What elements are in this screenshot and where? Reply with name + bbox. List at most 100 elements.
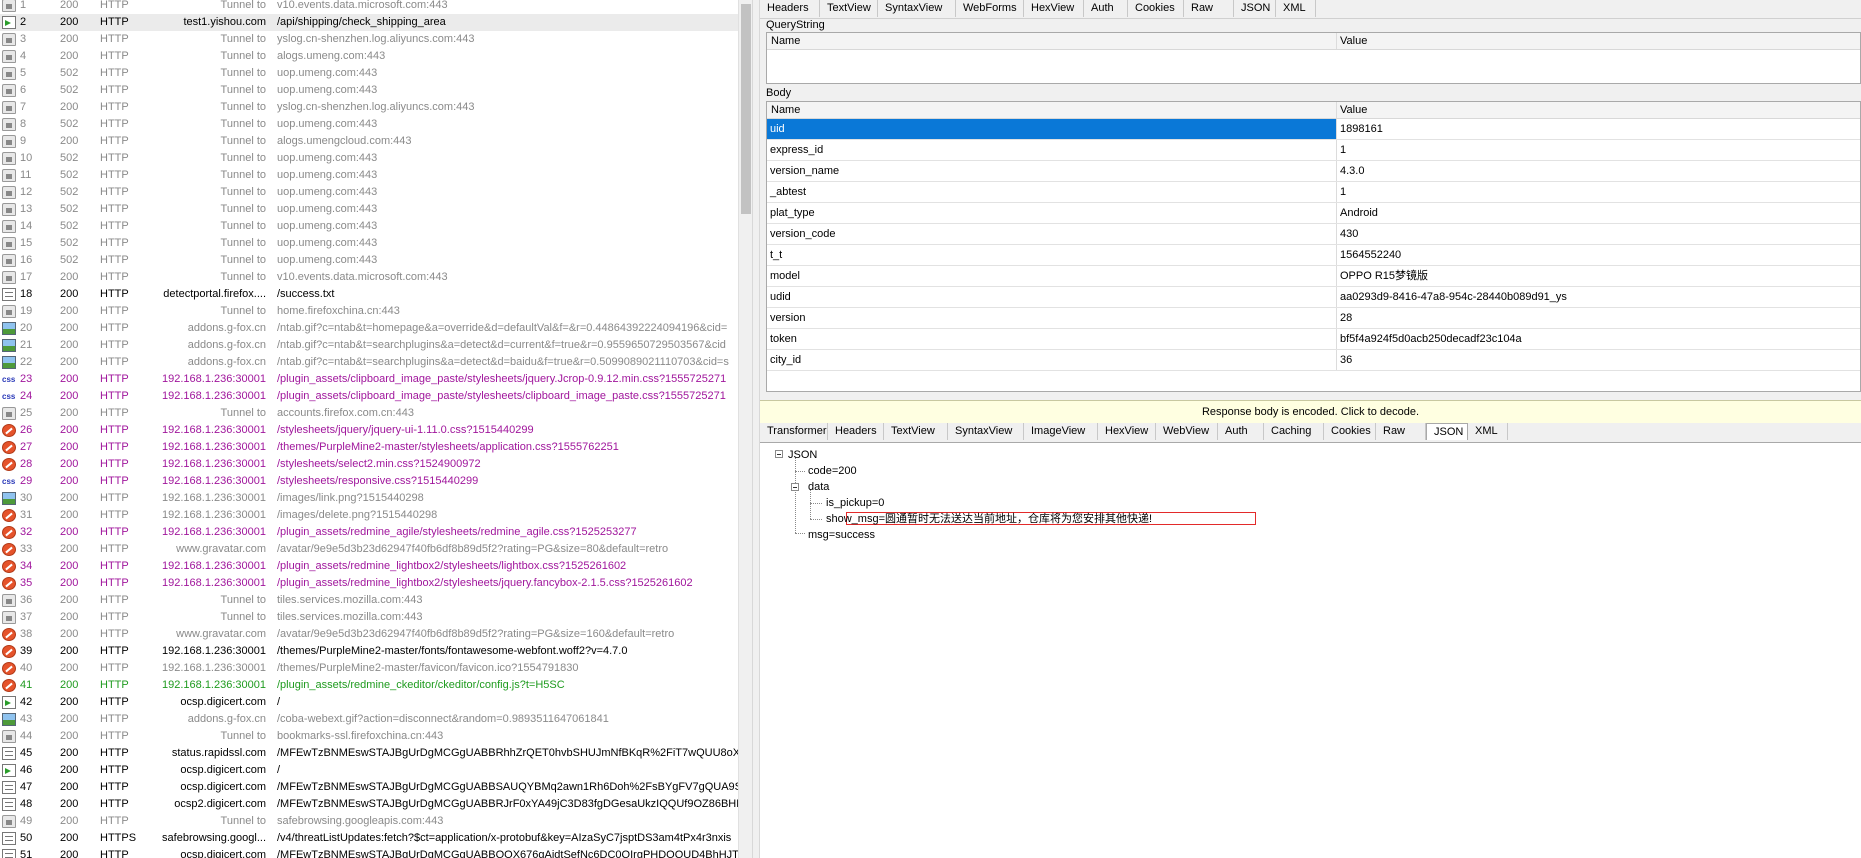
session-row[interactable]: 4 200 HTTP Tunnel to alogs.umeng.com:443 [0, 48, 738, 65]
json-root-node[interactable]: JSON [788, 448, 817, 462]
session-row[interactable]: 40 200 HTTP 192.168.1.236:30001/themes/Purp… [0, 660, 738, 677]
tab-auth[interactable]: Auth [1218, 423, 1264, 440]
session-row[interactable]: 34 200 HTTP 192.168.1.236:30001/plugin_asse… [0, 558, 738, 575]
session-row[interactable]: 6 502 HTTP Tunnel to uop.umeng.com:443 [0, 82, 738, 99]
session-row[interactable]: 12 502 HTTP Tunnel to uop.umeng.com:443 [0, 184, 738, 201]
session-row[interactable]: 15 502 HTTP Tunnel to uop.umeng.com:443 [0, 235, 738, 252]
session-row[interactable]: 46 200 HTTP ocsp.digicert.com / [0, 762, 738, 779]
session-row[interactable]: 2 200 HTTP test1.yishou.com/api/shipping/ch… [0, 14, 738, 31]
body-param-row[interactable]: version_name 4.3.0 [767, 161, 1860, 182]
session-row[interactable]: 51 200 HTTP ocsp.digicert.com/MFEwTzBNMEswS… [0, 847, 738, 858]
session-row[interactable]: 36 200 HTTP Tunnel to tiles.services.mozilla… [0, 592, 738, 609]
session-row[interactable]: 17 200 HTTP Tunnel to v10.events.data.micros… [0, 269, 738, 286]
session-row[interactable]: css 24 200 HTTP 192.168.1.236:30001/plugin_a… [0, 388, 738, 405]
session-row[interactable]: 22 200 HTTP addons.g-fox.cn/ntab.gif?c=ntab… [0, 354, 738, 371]
session-list[interactable]: 1 200 HTTP Tunnel to v10.events.data.microso… [0, 0, 738, 858]
body-param-row[interactable]: plat_type Android [767, 203, 1860, 224]
session-list-scrollbar[interactable] [738, 0, 753, 858]
session-row[interactable]: 10 502 HTTP Tunnel to uop.umeng.com:443 [0, 150, 738, 167]
session-row[interactable]: 41 200 HTTP 192.168.1.236:30001/plugin_asse… [0, 677, 738, 694]
session-row[interactable]: 11 502 HTTP Tunnel to uop.umeng.com:443 [0, 167, 738, 184]
tab-webforms[interactable]: WebForms [956, 0, 1024, 17]
session-row[interactable]: 1 200 HTTP Tunnel to v10.events.data.microso… [0, 0, 738, 14]
session-row[interactable]: 38 200 HTTP www.gravatar.com/avatar/9e9e5d3… [0, 626, 738, 643]
collapse-json-root-toggle[interactable] [775, 450, 783, 458]
json-is-pickup-node[interactable]: is_pickup=0 [826, 496, 884, 510]
body-param-row[interactable]: uid 1898161 [767, 119, 1860, 140]
tab-syntaxview[interactable]: SyntaxView [948, 423, 1024, 440]
tab-auth[interactable]: Auth [1084, 0, 1128, 17]
tab-json[interactable]: JSON [1426, 423, 1468, 440]
body-param-row[interactable]: version 28 [767, 308, 1860, 329]
session-row[interactable]: 47 200 HTTP ocsp.digicert.com/MFEwTzBNMEswS… [0, 779, 738, 796]
tab-textview[interactable]: TextView [820, 0, 878, 17]
session-row[interactable]: 30 200 HTTP 192.168.1.236:30001/images/link… [0, 490, 738, 507]
session-row[interactable]: 14 502 HTTP Tunnel to uop.umeng.com:443 [0, 218, 738, 235]
decode-notice-bar[interactable]: Response body is encoded. Click to decod… [760, 400, 1861, 424]
session-row[interactable]: 42 200 HTTP ocsp.digicert.com / [0, 694, 738, 711]
tab-textview[interactable]: TextView [884, 423, 948, 440]
tab-hexview[interactable]: HexView [1098, 423, 1156, 440]
session-row[interactable]: 20 200 HTTP addons.g-fox.cn/ntab.gif?c=ntab… [0, 320, 738, 337]
pane-splitter[interactable] [752, 0, 760, 858]
session-row[interactable]: 45 200 HTTP status.rapidssl.com/MFEwTzBNMEs… [0, 745, 738, 762]
session-row[interactable]: 26 200 HTTP 192.168.1.236:30001/stylesheets… [0, 422, 738, 439]
scrollbar-thumb[interactable] [741, 4, 751, 214]
tab-raw[interactable]: Raw [1376, 423, 1426, 440]
session-row[interactable]: 5 502 HTTP Tunnel to uop.umeng.com:443 [0, 65, 738, 82]
collapse-data-toggle[interactable] [791, 483, 799, 491]
body-param-row[interactable]: token bf5f4a924f5d0acb250decadf23c104a [767, 329, 1860, 350]
session-row[interactable]: 33 200 HTTP www.gravatar.com/avatar/9e9e5d3… [0, 541, 738, 558]
session-row[interactable]: 43 200 HTTP addons.g-fox.cn/coba-webext.gif… [0, 711, 738, 728]
json-msg-node[interactable]: msg=success [808, 528, 875, 542]
body-grid[interactable]: Name Value uid 1898161 express_id 1 version_… [766, 101, 1861, 392]
session-row[interactable]: 7 200 HTTP Tunnel to yslog.cn-shenzhen.log.a… [0, 99, 738, 116]
session-row[interactable]: 35 200 HTTP 192.168.1.236:30001/plugin_asse… [0, 575, 738, 592]
tab-caching[interactable]: Caching [1264, 423, 1324, 440]
body-param-row[interactable]: city_id 36 [767, 350, 1860, 371]
tab-json[interactable]: JSON [1234, 0, 1276, 17]
tab-transformer[interactable]: Transformer [760, 423, 828, 440]
tab-headers[interactable]: Headers [828, 423, 884, 440]
session-row[interactable]: 25 200 HTTP Tunnel to accounts.firefox.com.c… [0, 405, 738, 422]
body-param-row[interactable]: _abtest 1 [767, 182, 1860, 203]
json-show-msg-node[interactable]: show_msg=圆通暂时无法送达当前地址，仓库将为您安排其他快递! [826, 512, 1152, 526]
tab-xml[interactable]: XML [1276, 0, 1316, 17]
session-row[interactable]: 9 200 HTTP Tunnel to alogs.umengcloud.com:44… [0, 133, 738, 150]
session-row[interactable]: 19 200 HTTP Tunnel to home.firefoxchina.cn:4… [0, 303, 738, 320]
body-param-row[interactable]: express_id 1 [767, 140, 1860, 161]
session-row[interactable]: css 29 200 HTTP 192.168.1.236:30001/styleshe… [0, 473, 738, 490]
json-data-node[interactable]: data [808, 480, 829, 494]
session-row[interactable]: 28 200 HTTP 192.168.1.236:30001/stylesheets… [0, 456, 738, 473]
body-param-row[interactable]: model OPPO R15梦镜版 [767, 266, 1860, 287]
json-code-node[interactable]: code=200 [808, 464, 857, 478]
session-row[interactable]: 3 200 HTTP Tunnel to yslog.cn-shenzhen.log.a… [0, 31, 738, 48]
tab-cookies[interactable]: Cookies [1128, 0, 1184, 17]
session-row[interactable]: 18 200 HTTP detectportal.firefox.... /succes… [0, 286, 738, 303]
session-row[interactable]: 44 200 HTTP Tunnel to bookmarks-ssl.firefoxc… [0, 728, 738, 745]
session-row[interactable]: 37 200 HTTP Tunnel to tiles.services.mozilla… [0, 609, 738, 626]
session-row[interactable]: 50 200 HTTPS safebrowsing.googl... /v4/threa… [0, 830, 738, 847]
querystring-grid[interactable]: Name Value [766, 32, 1861, 84]
tab-xml[interactable]: XML [1468, 423, 1508, 440]
session-row[interactable]: 13 502 HTTP Tunnel to uop.umeng.com:443 [0, 201, 738, 218]
body-param-row[interactable]: t_t 1564552240 [767, 245, 1860, 266]
session-row[interactable]: css 23 200 HTTP 192.168.1.236:30001/plugin_a… [0, 371, 738, 388]
session-row[interactable]: 27 200 HTTP 192.168.1.236:30001/themes/Purp… [0, 439, 738, 456]
session-row[interactable]: 8 502 HTTP Tunnel to uop.umeng.com:443 [0, 116, 738, 133]
tab-syntaxview[interactable]: SyntaxView [878, 0, 956, 17]
session-row[interactable]: 49 200 HTTP Tunnel to safebrowsing.googleapi… [0, 813, 738, 830]
body-param-row[interactable]: udid aa0293d9-8416-47a8-954c-28440b089d91… [767, 287, 1860, 308]
tab-hexview[interactable]: HexView [1024, 0, 1084, 17]
tab-webview[interactable]: WebView [1156, 423, 1218, 440]
tab-imageview[interactable]: ImageView [1024, 423, 1098, 440]
session-row[interactable]: 31 200 HTTP 192.168.1.236:30001/images/dele… [0, 507, 738, 524]
tab-cookies[interactable]: Cookies [1324, 423, 1376, 440]
session-row[interactable]: 32 200 HTTP 192.168.1.236:30001/plugin_asse… [0, 524, 738, 541]
json-tree-view[interactable]: JSON code=200 data is_pickup=0 show_msg=… [760, 442, 1861, 858]
tab-raw[interactable]: Raw [1184, 0, 1234, 17]
session-row[interactable]: 39 200 HTTP 192.168.1.236:30001/themes/Purp… [0, 643, 738, 660]
session-row[interactable]: 16 502 HTTP Tunnel to uop.umeng.com:443 [0, 252, 738, 269]
session-row[interactable]: 21 200 HTTP addons.g-fox.cn/ntab.gif?c=ntab… [0, 337, 738, 354]
session-row[interactable]: 48 200 HTTP ocsp2.digicert.com/MFEwTzBNMEsw… [0, 796, 738, 813]
